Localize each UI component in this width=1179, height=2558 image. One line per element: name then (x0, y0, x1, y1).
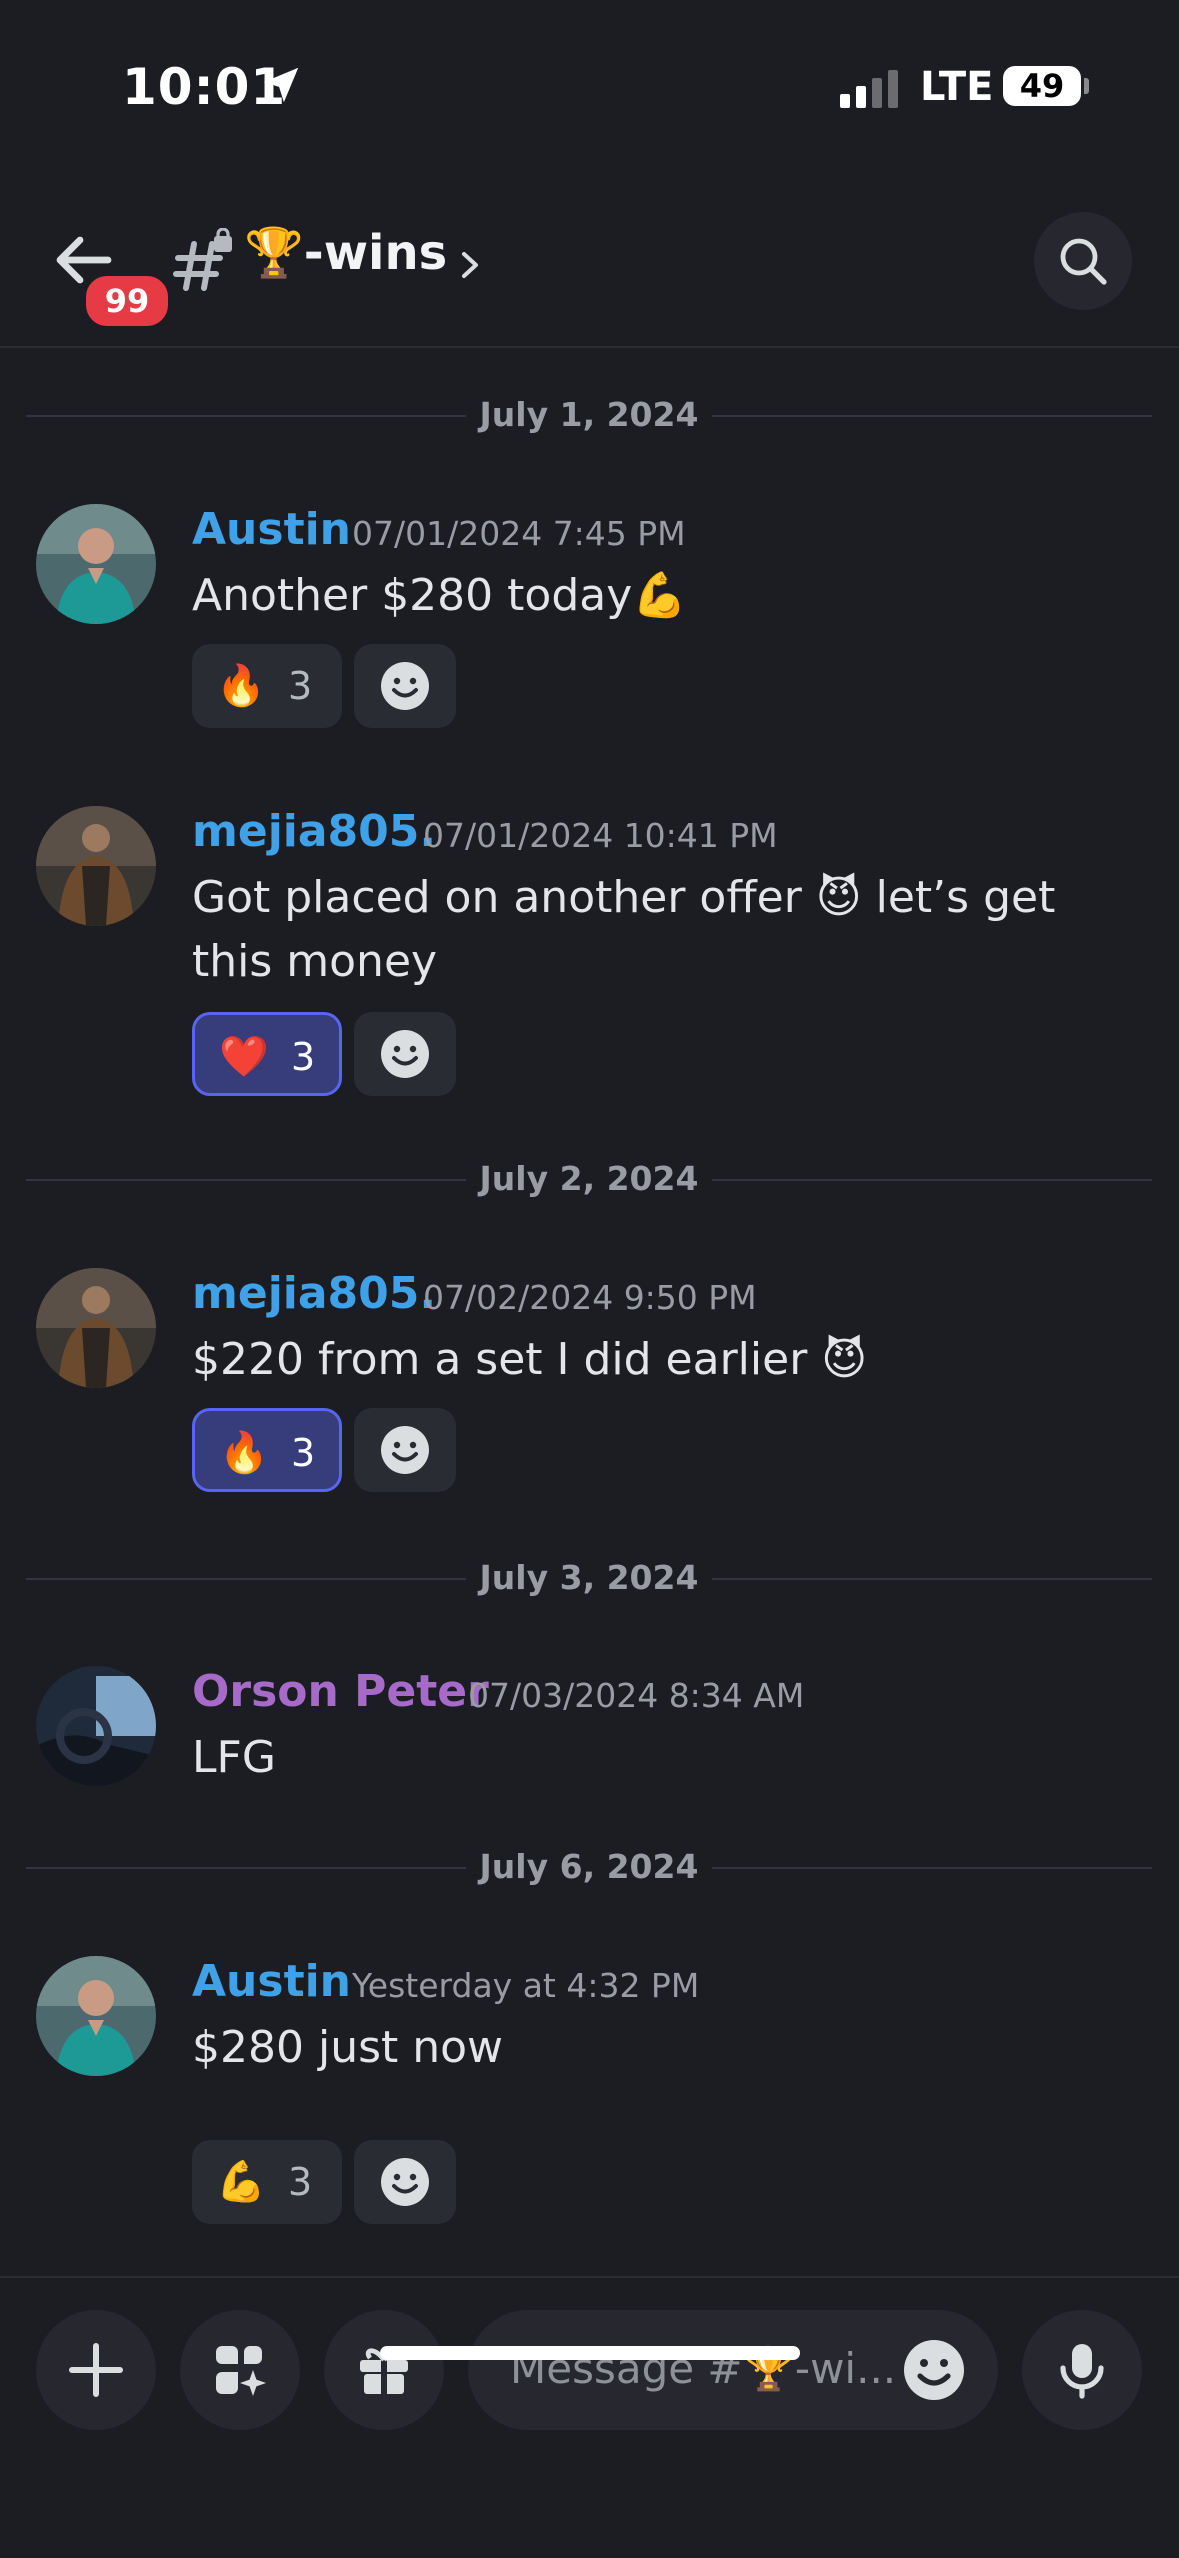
reaction-count: 3 (288, 2160, 313, 2204)
date-divider: July 2, 2024 (26, 1159, 1152, 1199)
reaction-emoji: ❤️ (219, 1034, 269, 1080)
add-reaction-button[interactable] (354, 644, 456, 728)
message-text: Got placed on another offer 😈 let’s get … (192, 872, 1056, 987)
add-reaction-button[interactable] (354, 2140, 456, 2224)
avatar[interactable] (36, 806, 156, 926)
message-author[interactable]: mejia805. (192, 1268, 436, 1319)
home-indicator[interactable] (380, 2346, 800, 2360)
avatar[interactable] (36, 1268, 156, 1388)
message-author[interactable]: Austin (192, 1956, 351, 2007)
message-text: $220 from a set I did earlier 😈 (192, 1334, 868, 1385)
reaction-count: 3 (291, 1431, 316, 1475)
message-author[interactable]: Orson Peter (192, 1666, 489, 1717)
microphone-icon (1060, 2344, 1104, 2399)
avatar[interactable] (36, 504, 156, 624)
chevron-right-icon[interactable] (458, 250, 482, 280)
smiley-icon[interactable] (900, 2336, 968, 2404)
search-icon (1060, 238, 1107, 285)
cellular-signal-icon (840, 70, 898, 108)
message-input[interactable]: Message #🏆-wi... (468, 2310, 998, 2430)
date-divider-label: July 1, 2024 (479, 395, 699, 434)
date-divider: July 6, 2024 (26, 1847, 1152, 1887)
reaction-emoji: 🔥 (216, 663, 266, 709)
reaction-chip[interactable]: 🔥 3 (192, 1408, 342, 1492)
message-item[interactable]: mejia805. 07/02/2024 9:50 PM $220 from a… (0, 1268, 1179, 1508)
message-item[interactable]: Orson Peter 07/03/2024 8:34 AM LFG (0, 1666, 1179, 1796)
message-item[interactable]: Austin 07/01/2024 7:45 PM Another $280 t… (0, 504, 1179, 744)
date-divider-label: July 2, 2024 (479, 1159, 699, 1198)
message-timestamp: 07/01/2024 7:45 PM (352, 514, 686, 553)
battery-tip (1084, 78, 1089, 94)
reaction-chip[interactable]: ❤️ 3 (192, 1012, 342, 1096)
message-text: $280 just now (192, 2022, 504, 2073)
add-reaction-icon (381, 2158, 429, 2206)
apps-button[interactable] (180, 2310, 300, 2430)
message-timestamp: 07/02/2024 9:50 PM (423, 1278, 757, 1317)
network-type: LTE (920, 64, 994, 110)
message-timestamp: 07/03/2024 8:34 AM (468, 1676, 805, 1715)
message-timestamp: Yesterday at 4:32 PM (352, 1966, 700, 2005)
date-divider: July 1, 2024 (26, 395, 1152, 435)
channel-name[interactable]: 🏆-wins (244, 224, 447, 281)
date-divider-label: July 6, 2024 (479, 1847, 699, 1886)
status-bar: 10:01 LTE 49 (0, 0, 1179, 170)
add-reaction-button[interactable] (354, 1012, 456, 1096)
reaction-count: 3 (291, 1035, 316, 1079)
battery-level: 49 (1003, 66, 1081, 106)
unread-badge: 99 (82, 272, 172, 330)
message-author[interactable]: mejia805. (192, 806, 436, 857)
avatar[interactable] (36, 1956, 156, 2076)
date-divider: July 3, 2024 (26, 1558, 1152, 1598)
reaction-emoji: 🔥 (219, 1430, 269, 1476)
gift-button[interactable] (324, 2310, 444, 2430)
location-arrow-icon (263, 67, 299, 103)
plus-icon (69, 2343, 123, 2397)
add-reaction-icon (381, 1426, 429, 1474)
voice-message-button[interactable] (1022, 2310, 1142, 2430)
add-reaction-icon (381, 1030, 429, 1078)
add-attachment-button[interactable] (36, 2310, 156, 2430)
reaction-chip[interactable]: 💪 3 (192, 2140, 342, 2224)
reaction-count: 3 (288, 664, 313, 708)
locked-hash-icon (173, 228, 232, 291)
message-item[interactable]: mejia805. 07/01/2024 10:41 PM Got placed… (0, 806, 1179, 1106)
avatar[interactable] (36, 1666, 156, 1786)
reaction-emoji: 💪 (216, 2159, 266, 2205)
add-reaction-button[interactable] (354, 1408, 456, 1492)
message-item[interactable]: Austin Yesterday at 4:32 PM $280 just no… (0, 1956, 1179, 2224)
reaction-chip[interactable]: 🔥 3 (192, 644, 342, 728)
channel-header: 99 🏆-wins (0, 180, 1179, 348)
message-author[interactable]: Austin (192, 504, 351, 555)
message-timestamp: 07/01/2024 10:41 PM (423, 816, 778, 855)
message-text: LFG (192, 1732, 276, 1783)
date-divider-label: July 3, 2024 (479, 1558, 699, 1597)
apps-icon (216, 2346, 266, 2396)
add-reaction-icon (381, 662, 429, 710)
search-button[interactable] (1034, 212, 1132, 310)
message-text: Another $280 today💪 (192, 570, 688, 621)
message-composer: Message #🏆-wi... (0, 2276, 1179, 2558)
